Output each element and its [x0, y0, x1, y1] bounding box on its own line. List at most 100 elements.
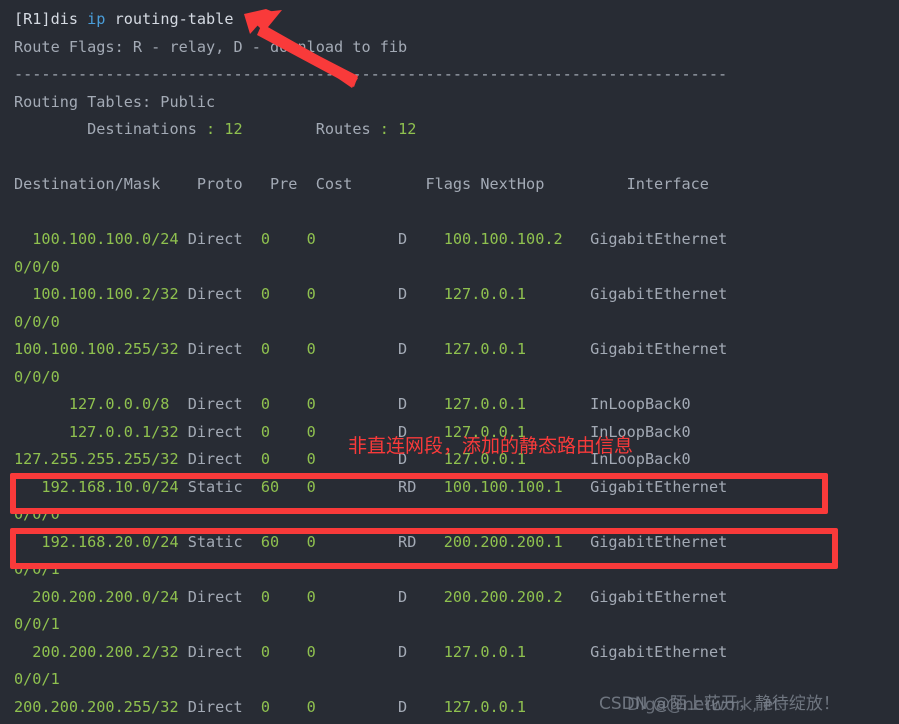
command-argument: routing-table [105, 10, 234, 28]
route-interface: GigabitEthernet [590, 477, 728, 496]
routes-label: Routes [242, 120, 380, 138]
route-preference: 0 [260, 285, 307, 303]
route-nexthop: 127.0.0.1 [443, 340, 591, 358]
route-cost: 0 [306, 285, 399, 303]
route-preference: 0 [260, 450, 307, 468]
route-preference: 0 [260, 697, 307, 716]
route-preference: 0 [260, 587, 307, 606]
route-interface: GigabitEthernet [590, 285, 728, 303]
route-cost: 0 [306, 642, 399, 661]
table-row: 127.0.0.0/8 Direct 0 0 D 127.0.0.1 InLoo… [14, 391, 899, 419]
route-nexthop: 100.100.100.2 [443, 230, 591, 248]
route-proto: Direct [187, 450, 261, 468]
route-destination: 192.168.10.0/24 [14, 477, 188, 496]
route-interface-continuation: 0/0/0 [14, 505, 60, 523]
routing-table-body: 100.100.100.0/24 Direct 0 0 D 100.100.10… [14, 226, 899, 721]
route-nexthop: 200.200.200.1 [443, 532, 591, 551]
route-nexthop: 127.0.0.1 [443, 285, 591, 303]
routes-value: 12 [388, 120, 417, 138]
route-nexthop: 127.0.0.1 [443, 395, 591, 413]
route-proto: Direct [187, 230, 261, 248]
route-flags: D [398, 395, 444, 413]
route-interface: InLoopBack0 [590, 395, 691, 413]
table-column-headers: Destination/Mask Proto Pre Cost Flags Ne… [14, 175, 709, 193]
route-interface: GigabitEthernet [590, 230, 728, 248]
route-preference: 60 [260, 477, 307, 496]
route-destination: 127.0.0.1/32 [14, 422, 188, 441]
route-proto: Direct [187, 340, 261, 358]
route-destination: 200.200.200.0/24 [14, 587, 188, 606]
route-interface-continuation: 0/0/1 [14, 670, 60, 688]
route-flags: D [398, 340, 444, 358]
route-destination: 100.100.100.2/32 [14, 285, 188, 303]
table-row: 200.200.200.0/24 Direct 0 0 D 200.200.20… [14, 584, 899, 612]
route-flags: RD [398, 477, 444, 496]
route-interface-continuation: 0/0/0 [14, 367, 60, 386]
destinations-value: 12 [215, 120, 243, 138]
summary-counts: Destinations : 12 Routes : 12 [14, 116, 899, 144]
command-line: [R1]dis ip routing-table [14, 6, 899, 34]
route-preference: 60 [260, 532, 307, 551]
route-interface-continuation: 0/0/0 [14, 312, 60, 331]
route-nexthop: 127.0.0.1 [443, 642, 591, 661]
route-nexthop: 100.100.100.1 [443, 477, 591, 496]
route-flags: D [398, 285, 444, 303]
route-flags: D [398, 642, 444, 661]
route-interface-continuation: 0/0/0 [14, 257, 60, 276]
route-flags: D [398, 697, 444, 716]
table-row: 200.200.200.255/32 Direct 0 0 D 127.0.0.… [14, 694, 899, 722]
terminal-window: [R1]dis ip routing-table Route Flags: R … [0, 0, 899, 724]
destinations-label: Destinations [14, 120, 207, 138]
route-preference: 0 [260, 230, 307, 248]
route-cost: 0 [306, 697, 399, 716]
route-preference: 0 [260, 642, 307, 661]
route-preference: 0 [260, 422, 307, 441]
table-row: 100.100.100.2/32 Direct 0 0 D 127.0.0.1 … [14, 281, 899, 309]
route-destination: 200.200.200.2/32 [14, 642, 188, 661]
route-proto: Direct [187, 697, 261, 716]
route-destination: 200.200.200.255/32 [14, 697, 188, 716]
table-row: 200.200.200.2/32 Direct 0 0 D 127.0.0.1 … [14, 639, 899, 667]
route-destination: 100.100.100.0/24 [14, 230, 188, 248]
routes-colon: : [379, 120, 389, 138]
route-proto: Static [187, 532, 261, 551]
chinese-annotation-text: 非直连网段，添加的静态路由信息 [348, 435, 634, 457]
route-nexthop: 127.0.0.1 [443, 697, 591, 716]
route-cost: 0 [306, 395, 399, 413]
route-proto: Static [187, 477, 261, 496]
table-row: 100.100.100.255/32 Direct 0 0 D 127.0.0.… [14, 336, 899, 364]
route-proto: Direct [187, 395, 261, 413]
routing-tables-label: Routing Tables: Public [14, 92, 216, 111]
route-cost: 0 [306, 340, 399, 358]
route-proto: Direct [187, 285, 261, 303]
route-preference: 0 [260, 395, 307, 413]
route-interface-continuation: 0/0/1 [14, 615, 60, 633]
route-interface: GigabitEthernet [590, 532, 728, 551]
table-row: 192.168.10.0/24 Static 60 0 RD 100.100.1… [14, 474, 899, 502]
route-flags: RD [398, 532, 444, 551]
table-row: 192.168.20.0/24 Static 60 0 RD 200.200.2… [14, 529, 899, 557]
route-flags: D [398, 230, 444, 248]
route-cost: 0 [306, 587, 399, 606]
route-destination: 127.255.255.255/32 [14, 450, 188, 468]
route-flags-legend: Route Flags: R - relay, D - download to … [14, 37, 408, 56]
route-interface: GigabitEthernet [590, 642, 728, 661]
route-proto: Direct [187, 587, 261, 606]
route-cost: 0 [306, 532, 399, 551]
route-nexthop: 200.200.200.2 [443, 587, 591, 606]
destinations-colon: : [206, 120, 216, 138]
separator-rule: ----------------------------------------… [14, 65, 728, 83]
table-row: 100.100.100.0/24 Direct 0 0 D 100.100.10… [14, 226, 899, 254]
route-cost: 0 [306, 230, 399, 248]
command-keyword-ip: ip [87, 10, 106, 28]
route-interface: GigabitEthernet [590, 340, 728, 358]
route-preference: 0 [260, 340, 307, 358]
route-destination: 192.168.20.0/24 [14, 532, 188, 551]
shell-prompt: [R1]dis [14, 10, 88, 28]
route-cost: 0 [306, 477, 399, 496]
route-flags: D [398, 587, 444, 606]
route-interface-continuation: 0/0/1 [14, 560, 60, 578]
route-proto: Direct [187, 642, 261, 661]
